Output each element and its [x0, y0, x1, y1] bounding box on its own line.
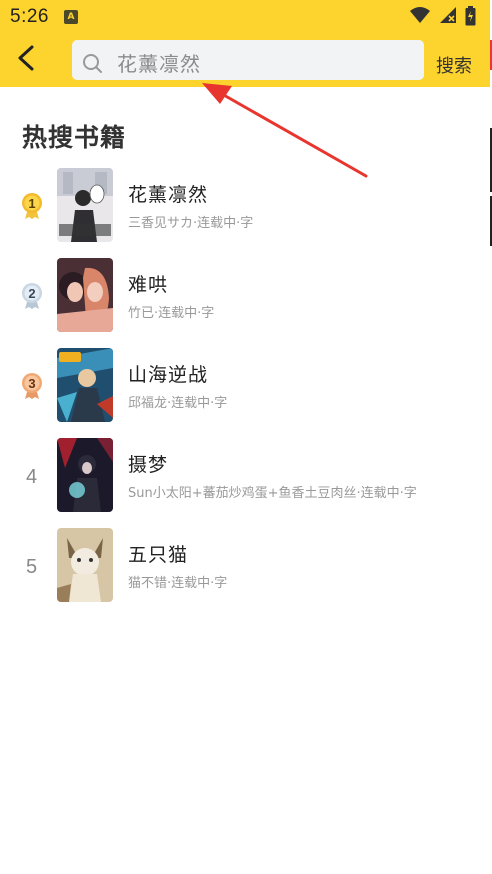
- book-cover[interactable]: [57, 168, 113, 242]
- cover-image: [57, 438, 113, 512]
- cover-image: [57, 528, 113, 602]
- status-time: 5:26: [10, 6, 49, 27]
- book-meta: 邱福龙·连载中·字: [128, 396, 228, 411]
- search-icon: [83, 54, 102, 73]
- wifi-icon: [409, 7, 430, 23]
- book-item[interactable]: 1 花薰凛然 三香见サカ·连载中·字: [0, 168, 490, 244]
- cover-image: [57, 168, 113, 242]
- search-button[interactable]: 搜索: [436, 52, 472, 78]
- book-cover[interactable]: [57, 348, 113, 422]
- book-title: 五只猫: [128, 544, 189, 566]
- status-icons: [406, 6, 476, 26]
- back-button[interactable]: [12, 43, 40, 73]
- book-meta: 竹已·连载中·字: [128, 306, 215, 321]
- book-title: 摄梦: [128, 454, 169, 476]
- book-item[interactable]: 2 难哄 竹已·连载中·字: [0, 258, 490, 334]
- app-notification-icon: A: [64, 10, 78, 24]
- cover-image: [57, 348, 113, 422]
- book-cover[interactable]: [57, 528, 113, 602]
- rank-number: 1: [28, 196, 35, 211]
- book-title: 花薰凛然: [128, 184, 209, 206]
- search-placeholder: 花薰凛然: [117, 52, 201, 76]
- rank-number: 4: [26, 466, 38, 488]
- book-title: 难哄: [128, 274, 169, 296]
- gold-medal-icon: 1: [22, 193, 42, 219]
- battery-icon: [465, 6, 476, 26]
- book-meta: 猫不错·连载中·字: [128, 576, 228, 591]
- top-bar: 5:26 A 花薰凛然 搜索: [0, 0, 490, 87]
- book-item[interactable]: 5 五只猫 猫不错·连载中·字: [0, 528, 490, 604]
- book-cover[interactable]: [57, 258, 113, 332]
- book-item[interactable]: 3 山海逆战 邱福龙·连载中·字: [0, 348, 490, 424]
- signal-icon: [439, 7, 456, 23]
- book-meta: 三香见サカ·连载中·字: [128, 216, 254, 231]
- section-title: 热搜书籍: [22, 123, 127, 152]
- book-meta: Sun小太阳+蕃茄炒鸡蛋+鱼香土豆肉丝·连载中·字: [128, 486, 417, 501]
- book-cover[interactable]: [57, 438, 113, 512]
- book-item[interactable]: 4 摄梦 Sun小太阳+蕃茄炒鸡蛋+鱼香土豆肉丝·连载中·字: [0, 438, 490, 514]
- chevron-left-icon: [18, 45, 34, 71]
- rank-number: 3: [28, 376, 35, 391]
- cover-image: [57, 258, 113, 332]
- silver-medal-icon: 2: [22, 283, 42, 309]
- rank-number: 2: [28, 286, 35, 301]
- search-input[interactable]: 花薰凛然: [72, 40, 424, 80]
- rank-number: 5: [26, 556, 38, 578]
- book-title: 山海逆战: [128, 364, 209, 386]
- bronze-medal-icon: 3: [22, 373, 42, 399]
